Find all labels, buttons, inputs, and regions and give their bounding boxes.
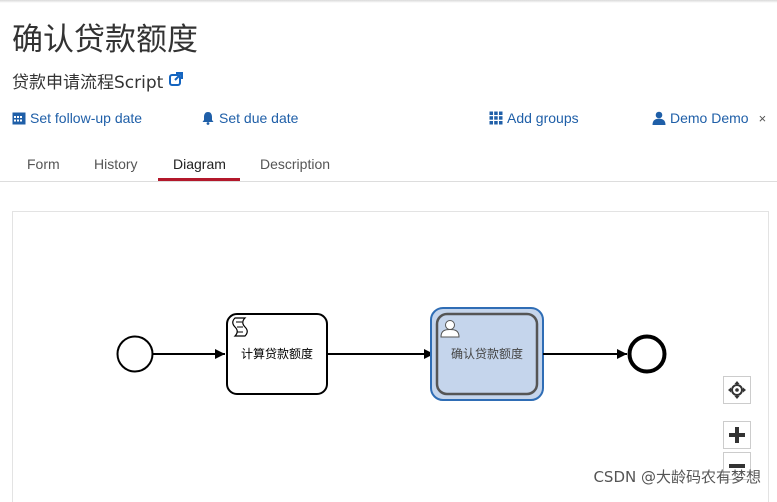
top-shadow — [0, 0, 777, 3]
assignee[interactable]: Demo Demo × — [652, 110, 766, 126]
start-event[interactable] — [116, 335, 154, 373]
set-follow-up-button[interactable]: Set follow-up date — [12, 110, 142, 126]
script-task-label: 计算贷款额度 — [241, 346, 313, 361]
task-actions: Set follow-up date Set due date Add grou… — [0, 110, 777, 130]
zoom-in-button[interactable] — [723, 421, 751, 449]
reset-zoom-button[interactable] — [723, 376, 751, 404]
bpmn-canvas: 计算贷款额度 确认贷款额度 — [116, 307, 667, 401]
set-due-date-button[interactable]: Set due date — [201, 110, 298, 126]
calendar-icon — [12, 112, 26, 125]
script-task[interactable]: 计算贷款额度 — [226, 313, 328, 395]
external-link-icon[interactable] — [169, 72, 184, 89]
task-title: 确认贷款额度 — [12, 22, 198, 58]
tab-description[interactable]: Description — [260, 156, 330, 172]
task-tabs: Form History Diagram Description — [0, 150, 777, 182]
set-follow-up-label: Set follow-up date — [30, 110, 143, 126]
user-task-highlighted[interactable]: 确认贷款额度 — [430, 307, 544, 401]
watermark: CSDN @大龄码农有梦想 — [593, 468, 761, 486]
active-tab-indicator — [158, 178, 240, 181]
tab-form[interactable]: Form — [27, 156, 60, 172]
crosshair-icon — [728, 381, 746, 399]
add-groups-button[interactable]: Add groups — [489, 110, 579, 126]
bpmn-diagram: 计算贷款额度 确认贷款额度 — [12, 211, 769, 502]
add-groups-label: Add groups — [507, 110, 579, 126]
remove-assignee-icon[interactable]: × — [759, 111, 767, 126]
set-due-date-label: Set due date — [219, 110, 299, 126]
process-name-link[interactable]: 贷款申请流程Script — [12, 68, 163, 93]
user-icon — [652, 111, 666, 125]
user-task-label: 确认贷款额度 — [451, 346, 523, 361]
tab-diagram[interactable]: Diagram — [173, 156, 226, 172]
grid-icon — [489, 111, 503, 125]
assignee-name: Demo Demo — [670, 110, 749, 126]
bell-icon — [202, 112, 214, 125]
tab-history[interactable]: History — [94, 156, 138, 172]
end-event[interactable] — [627, 334, 667, 374]
process-name: 贷款申请流程Script — [12, 68, 184, 93]
plus-icon — [729, 427, 745, 443]
